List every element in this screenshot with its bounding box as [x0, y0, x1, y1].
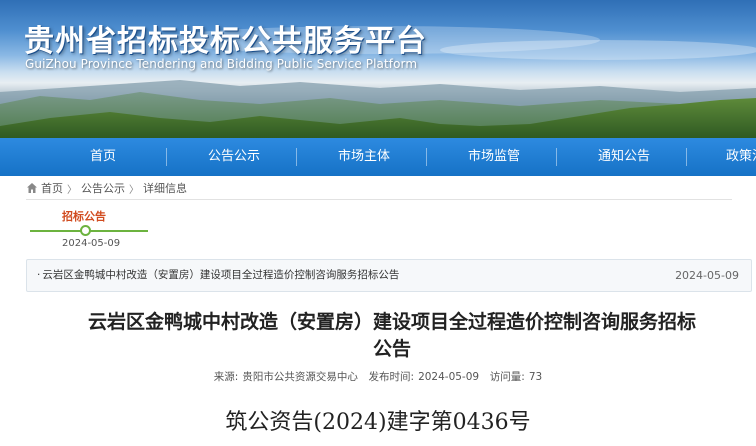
home-icon	[27, 183, 37, 193]
nav-item-market-entities[interactable]: 市场主体	[338, 138, 390, 176]
bullet-icon: ·	[37, 269, 41, 281]
timeline-date: 2024-05-09	[62, 238, 121, 249]
breadcrumb-announcements[interactable]: 公告公示	[81, 180, 125, 196]
timeline-node[interactable]	[80, 225, 91, 236]
breadcrumb-current: 详细信息	[143, 182, 187, 195]
nav-item-notices[interactable]: 通知公告	[598, 138, 650, 176]
notice-date: 2024-05-09	[675, 269, 739, 282]
nav-item-home[interactable]: 首页	[90, 138, 116, 176]
nav-item-market-supervision[interactable]: 市场监管	[468, 138, 520, 176]
header-banner: 贵州省招标投标公共服务平台 GuiZhou Province Tendering…	[0, 0, 756, 138]
views-label: 访问量:	[489, 371, 525, 383]
article-meta: 来源: 贵阳市公共资源交易中心 发布时间: 2024-05-09 访问量: 73	[0, 369, 756, 384]
site-subtitle: GuiZhou Province Tendering and Bidding P…	[25, 57, 418, 71]
nav-divider	[296, 148, 297, 166]
article-title: 云岩区金鸭城中村改造（安置房）建设项目全过程造价控制咨询服务招标 公告	[28, 309, 756, 363]
nav-divider	[426, 148, 427, 166]
source-value: 贵阳市公共资源交易中心	[242, 371, 358, 383]
main-nav: 首页 公告公示 市场主体 市场监管 通知公告 政策法	[0, 138, 756, 176]
article-title-line2: 公告	[372, 338, 411, 360]
breadcrumb-home[interactable]: 首页	[41, 180, 63, 196]
notice-title-link[interactable]: · 云岩区金鸭城中村改造（安置房）建设项目全过程造价控制咨询服务招标公告	[37, 260, 399, 291]
source-label: 来源:	[213, 371, 239, 383]
breadcrumb-separator: 〉	[129, 184, 139, 196]
timeline-stage-label[interactable]: 招标公告	[62, 208, 106, 224]
divider	[26, 199, 732, 200]
notice-list-item[interactable]: · 云岩区金鸭城中村改造（安置房）建设项目全过程造价控制咨询服务招标公告 2024…	[26, 259, 752, 292]
nav-item-policies[interactable]: 政策法	[726, 138, 756, 176]
notice-title-text[interactable]: 云岩区金鸭城中村改造（安置房）建设项目全过程造价控制咨询服务招标公告	[42, 269, 399, 281]
site-title: 贵州省招标投标公共服务平台	[24, 24, 427, 59]
views-count: 73	[528, 371, 543, 383]
breadcrumb-separator: 〉	[67, 184, 77, 196]
publish-time: 2024-05-09	[418, 371, 480, 383]
nav-divider	[166, 148, 167, 166]
breadcrumb: 首页 〉 公告公示 〉 详细信息	[26, 180, 187, 196]
nav-divider	[686, 148, 687, 166]
document-number: 筑公资告(2024)建字第0436号	[225, 410, 531, 435]
publish-label: 发布时间:	[368, 371, 415, 383]
article-title-line1: 云岩区金鸭城中村改造（安置房）建设项目全过程造价控制咨询服务招标	[87, 311, 696, 333]
nav-item-announcements[interactable]: 公告公示	[208, 138, 260, 176]
nav-divider	[556, 148, 557, 166]
